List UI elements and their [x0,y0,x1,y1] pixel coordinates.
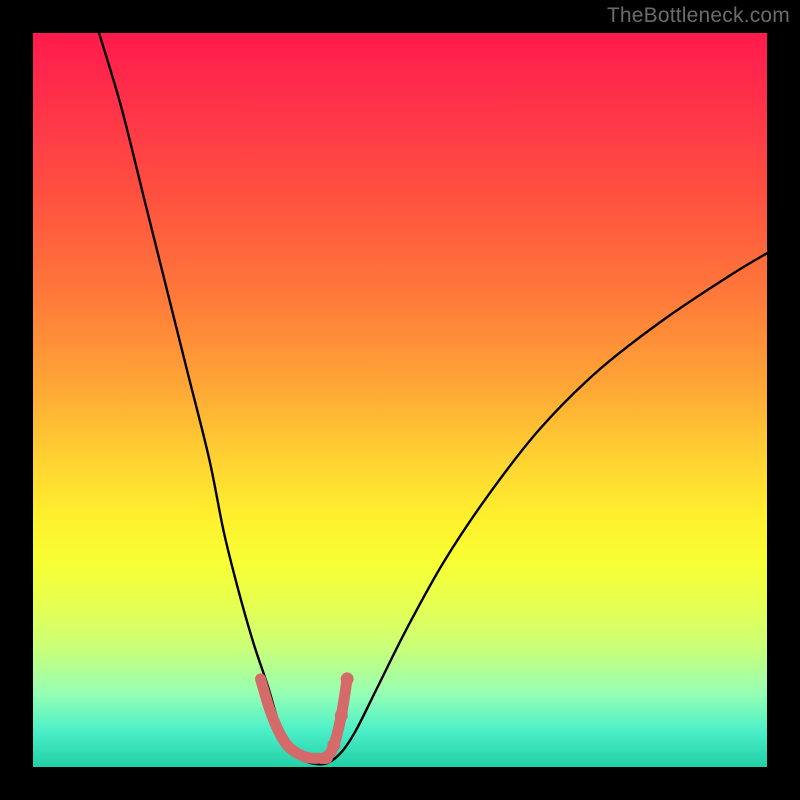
watermark-text: TheBottleneck.com [607,4,790,28]
plot-area [33,33,767,767]
chart-frame: TheBottleneck.com [0,0,800,800]
